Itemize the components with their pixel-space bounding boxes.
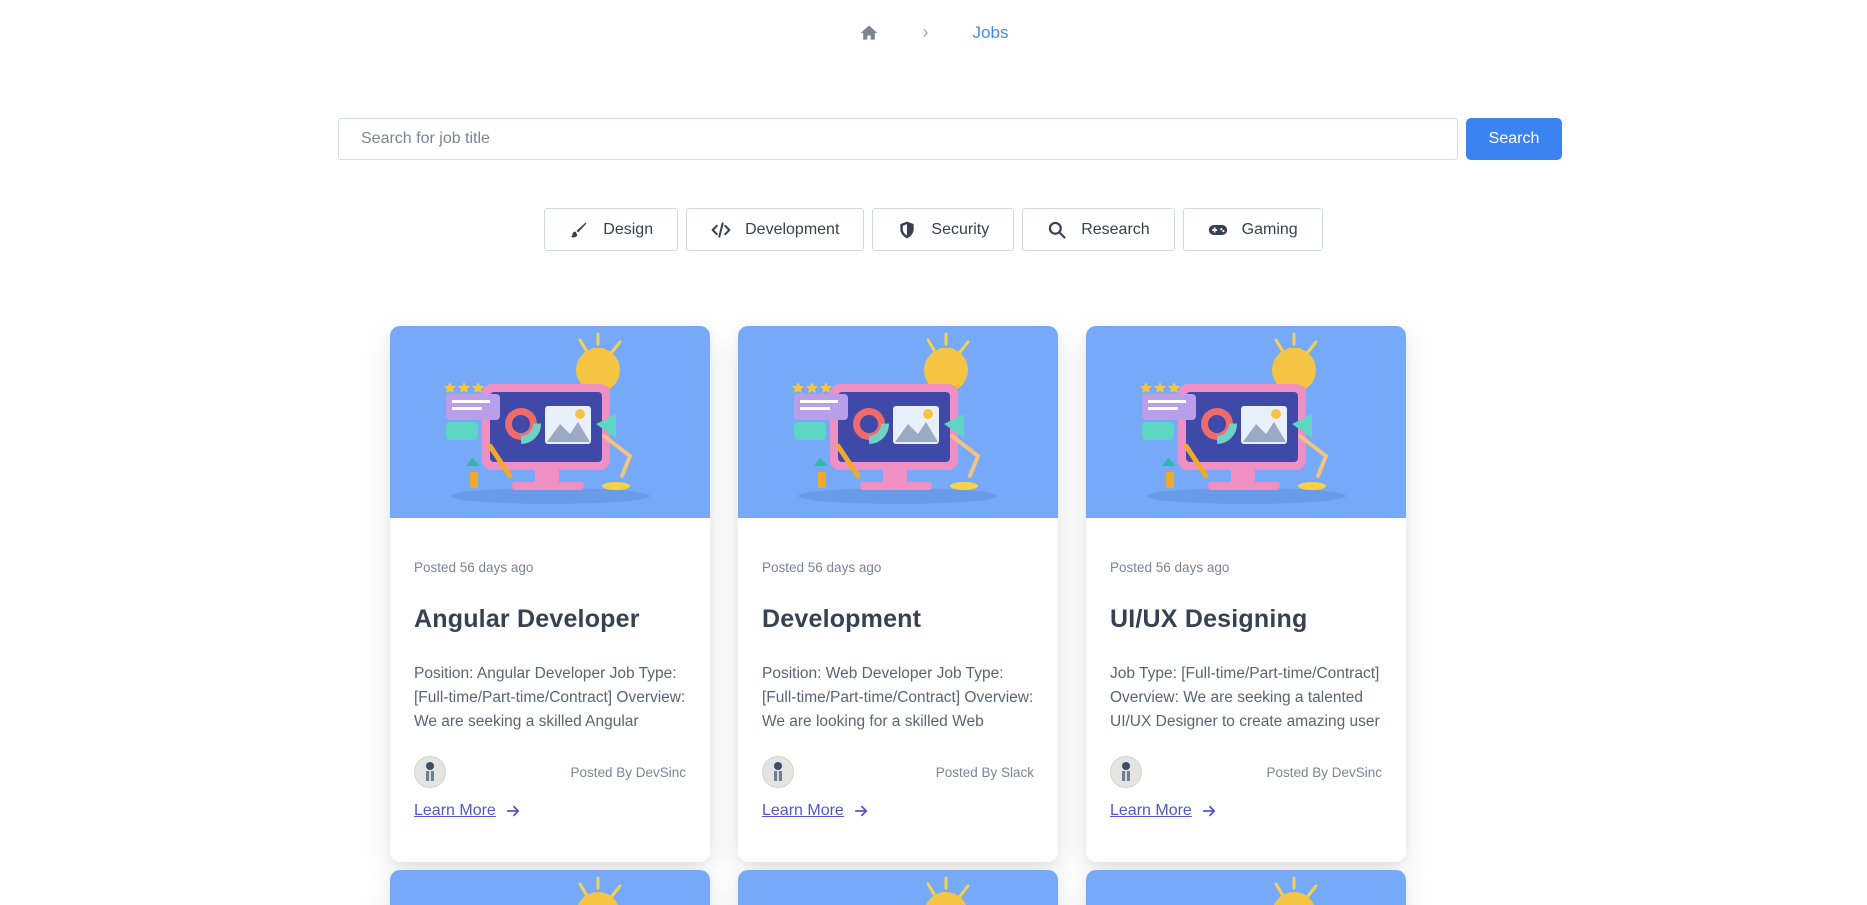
job-card-illustration bbox=[738, 326, 1058, 518]
job-card-illustration bbox=[738, 870, 1058, 905]
home-icon[interactable] bbox=[859, 23, 879, 43]
search-bar: Search bbox=[338, 118, 1562, 160]
job-card-grid: Posted 56 days ago Angular Developer Pos… bbox=[390, 326, 1406, 905]
category-filters: Design Development Security Research Gam… bbox=[0, 208, 1867, 251]
category-label: Development bbox=[745, 220, 840, 238]
job-card: Posted 56 days ago UI/UX Designing Job T… bbox=[1086, 326, 1406, 862]
job-description: Position: Angular Developer Job Type: [F… bbox=[414, 665, 686, 730]
posted-by: Posted By DevSinc bbox=[570, 764, 686, 780]
learn-more-label: Learn More bbox=[414, 802, 496, 819]
category-development-button[interactable]: Development bbox=[686, 208, 865, 251]
job-title: Angular Developer bbox=[414, 605, 640, 633]
job-card: Posted 56 days ago Development Position:… bbox=[738, 326, 1058, 862]
card-footer: Posted By Slack bbox=[762, 756, 1034, 788]
shield-icon bbox=[897, 220, 917, 240]
posted-date: Posted 56 days ago bbox=[1110, 560, 1230, 575]
job-card bbox=[390, 870, 710, 905]
category-label: Design bbox=[603, 220, 654, 238]
job-card-illustration bbox=[1086, 326, 1406, 518]
category-label: Gaming bbox=[1241, 220, 1298, 238]
job-card-illustration bbox=[1086, 870, 1406, 905]
job-description: Position: Web Developer Job Type: [Full-… bbox=[762, 665, 1034, 730]
category-design-button[interactable]: Design bbox=[544, 208, 679, 251]
search-icon bbox=[1047, 220, 1067, 240]
job-card-illustration bbox=[390, 870, 710, 905]
category-security-button[interactable]: Security bbox=[872, 208, 1015, 251]
job-card-illustration bbox=[390, 326, 710, 518]
job-card bbox=[738, 870, 1058, 905]
search-input[interactable] bbox=[338, 118, 1458, 160]
code-icon bbox=[711, 220, 731, 240]
job-description: Job Type: [Full-time/Part-time/Contract]… bbox=[1110, 665, 1380, 730]
job-title: UI/UX Designing bbox=[1110, 605, 1308, 633]
arrow-right-icon bbox=[506, 804, 520, 818]
avatar bbox=[762, 756, 794, 788]
posted-by: Posted By Slack bbox=[935, 764, 1034, 780]
job-title: Development bbox=[762, 605, 922, 633]
brush-icon bbox=[569, 220, 589, 240]
posted-date: Posted 56 days ago bbox=[762, 560, 882, 575]
category-label: Research bbox=[1081, 220, 1150, 238]
gamepad-icon bbox=[1208, 220, 1228, 240]
learn-more-label: Learn More bbox=[762, 802, 844, 819]
avatar bbox=[414, 756, 446, 788]
card-footer: Posted By DevSinc bbox=[414, 756, 686, 788]
learn-more-link[interactable]: Learn More bbox=[1110, 802, 1216, 820]
posted-by: Posted By DevSinc bbox=[1266, 764, 1382, 780]
category-research-button[interactable]: Research bbox=[1022, 208, 1175, 251]
search-button[interactable]: Search bbox=[1466, 118, 1562, 160]
job-card bbox=[1086, 870, 1406, 905]
arrow-right-icon bbox=[854, 804, 868, 818]
category-label: Security bbox=[931, 220, 990, 238]
breadcrumb: › Jobs bbox=[0, 22, 1867, 43]
learn-more-link[interactable]: Learn More bbox=[414, 802, 520, 820]
learn-more-link[interactable]: Learn More bbox=[762, 802, 868, 820]
breadcrumb-separator: › bbox=[922, 22, 929, 42]
job-card: Posted 56 days ago Angular Developer Pos… bbox=[390, 326, 710, 862]
posted-date: Posted 56 days ago bbox=[414, 560, 534, 575]
arrow-right-icon bbox=[1202, 804, 1216, 818]
learn-more-label: Learn More bbox=[1110, 802, 1192, 819]
card-footer: Posted By DevSinc bbox=[1110, 756, 1382, 788]
breadcrumb-jobs[interactable]: Jobs bbox=[973, 23, 1009, 43]
avatar bbox=[1110, 756, 1142, 788]
category-gaming-button[interactable]: Gaming bbox=[1182, 208, 1323, 251]
jobs-page: › Jobs Search Design Development Securit… bbox=[0, 0, 1867, 905]
